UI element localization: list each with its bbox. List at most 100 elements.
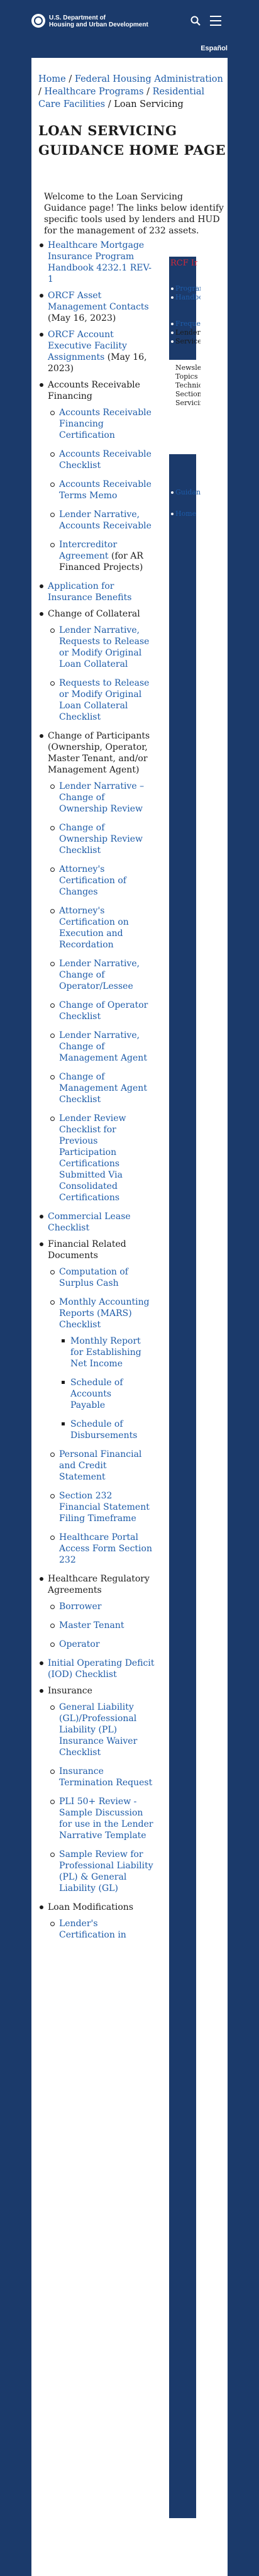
list-item-heading: Financial Related Documents [48,1239,126,1261]
sub-list-link[interactable]: Requests to Release or Modify Original L… [59,677,153,723]
breadcrumb-link[interactable]: Federal Housing Administration [75,74,223,84]
spanish-language-link[interactable]: Español [201,45,228,52]
sidebar-link[interactable]: Guidance [175,488,201,497]
sidebar-link[interactable]: Lender [175,328,201,337]
sidebar-heading: RCF Internal Links [170,259,197,268]
nested-sub-list: Monthly Report for Establishing Net Inco… [59,1335,228,1441]
sidebar-bullet [171,287,174,290]
sidebar-link[interactable]: Servicing [175,399,201,408]
sidebar-link[interactable]: Handbook [175,293,201,302]
sub-list-link[interactable]: Lender Narrative, Requests to Release or… [59,625,153,670]
sub-list-link[interactable]: Lender Narrative, Accounts Receivable [59,509,153,532]
agency-name-line2[interactable]: Housing and Urban Development [49,21,148,28]
sidebar-panel [169,257,196,2518]
sub-list: Accounts Receivable Financing Certificat… [48,407,228,573]
breadcrumb-link[interactable]: Home [38,74,66,84]
sub-list-link[interactable]: Accounts Receivable Terms Memo [59,479,153,501]
list-item: Financial Related Documents Computation o… [31,1239,228,1566]
sidebar-bullet [171,491,174,494]
sub-list-link[interactable]: Change of Management Agent Checklist [59,1071,153,1105]
sidebar-bullet [171,323,174,325]
sub-list-link[interactable]: Accounts Receivable Checklist [59,449,153,471]
sub-list-link[interactable]: Master Tenant [59,1620,153,1631]
sidebar-link[interactable]: Servicer [175,337,201,346]
sub-list-link[interactable]: Attorney's Certification of Changes [59,864,153,898]
sub-list-link[interactable]: Lender Narrative – Change of Ownership R… [59,781,153,815]
sub-list-link[interactable]: Borrower [59,1601,153,1612]
sub-list-item: Operator [48,1639,228,1650]
list-item-link[interactable]: Commercial Lease Checklist [48,1212,131,1233]
sub-list-item: Accounts Receivable Financing Certificat… [48,407,228,441]
sub-list-item: Lender Narrative, Change of Operator/Les… [48,958,228,992]
sidebar-bullet [171,376,174,378]
list-item-link[interactable]: Healthcare Mortgage Insurance Program Ha… [48,240,152,284]
breadcrumb-link[interactable]: Healthcare Programs [45,87,144,97]
list-item-heading: Healthcare Regulatory Agreements [48,1574,150,1595]
nested-list-link[interactable]: Schedule of Disbursements [70,1419,146,1441]
sub-list: Lender Narrative – Change of Ownership R… [48,781,228,1203]
sub-list-link[interactable]: PLI 50+ Review - Sample Discussion for u… [59,1796,153,1841]
sub-list-link[interactable]: Monthly Accounting Reports (MARS) Checkl… [59,1296,153,1330]
breadcrumb-separator: / [38,87,45,97]
agency-name-line1[interactable]: U.S. Department of [49,14,106,21]
sub-list-item: Lender Narrative, Change of Management A… [48,1030,228,1064]
hamburger-menu-icon[interactable] [210,16,221,26]
sub-list-link[interactable]: Computation of Surplus Cash [59,1266,153,1289]
list-item-link[interactable]: ORCF Asset Management Contacts [48,291,149,312]
sub-list-item: Lender's Certification in [48,1918,228,1941]
sub-list-link[interactable]: Healthcare Portal Access Form Section 23… [59,1532,153,1566]
hud-seal-icon[interactable] [31,14,45,28]
sub-list-item: Borrower [48,1601,228,1612]
sub-list: Lender Narrative, Requests to Release or… [48,625,228,723]
sub-list-link[interactable]: Personal Financial and Credit Statement [59,1449,153,1483]
nested-list-link[interactable]: Schedule of Accounts Payable [70,1377,146,1411]
sub-list-item: Section 232 Financial Statement Filing T… [48,1490,228,1524]
sub-list-item: Intercreditor Agreement (for AR Financed… [48,539,228,573]
sidebar-link[interactable]: Section [175,390,201,399]
sidebar-bullet [171,296,174,299]
sidebar-bullet [171,384,174,387]
intro-paragraph: Welcome to the Loan Servicing Guidance p… [44,192,224,236]
nested-list-link[interactable]: Monthly Report for Establishing Net Inco… [70,1335,146,1369]
search-icon[interactable] [190,15,201,26]
sub-list-item: Sample Review for Professional Liability… [48,1849,228,1894]
breadcrumb-current: Loan Servicing [114,99,184,109]
sub-list-link[interactable]: Lender's Certification in [59,1918,153,1941]
list-item: Healthcare Regulatory Agreements Borrower… [31,1573,228,1650]
sub-list-link[interactable]: Lender Review Checklist for Previous Par… [59,1113,153,1203]
list-item-heading: Change of Collateral [48,609,140,619]
sub-list-item: Healthcare Portal Access Form Section 23… [48,1532,228,1566]
sub-list-link[interactable]: Accounts Receivable Financing Certificat… [59,407,153,441]
list-item-link-wrap: Commercial Lease Checklist [48,1211,155,1234]
breadcrumb-separator: / [143,87,153,97]
sidebar-link[interactable]: Topics [175,372,201,381]
list-item-link[interactable]: Application for Insurance Benefits [48,581,131,603]
sidebar-link[interactable]: Home [175,510,201,518]
sub-list-link[interactable]: Sample Review for Professional Liability… [59,1849,153,1894]
list-item-heading: Change of Participants (Ownership, Opera… [48,731,150,775]
sub-list-item: Attorney's Certification on Execution an… [48,905,228,951]
sub-list-link[interactable]: Attorney's Certification on Execution an… [59,905,153,951]
sub-list-link[interactable]: Section 232 Financial Statement Filing T… [59,1490,153,1524]
list-item-link[interactable]: Initial Operating Deficit (IOD) Checklis… [48,1658,155,1680]
list-item-link-wrap: Application for Insurance Benefits [48,581,155,603]
list-item: Commercial Lease Checklist [31,1211,228,1234]
sub-list-link[interactable]: Change of Ownership Review Checklist [59,822,153,856]
sidebar-link[interactable]: Technical [175,381,201,390]
sub-list-link[interactable]: Lender Narrative, Change of Operator/Les… [59,958,153,992]
sub-list: Computation of Surplus Cash Monthly Accou… [48,1266,228,1566]
sidebar-bullet [171,513,174,515]
sub-list-link[interactable]: General Liability (GL)/Professional Liab… [59,1702,153,1758]
sub-list-item: Change of Management Agent Checklist [48,1071,228,1105]
sub-list-item: Lender Narrative, Accounts Receivable [48,509,228,532]
sidebar-bullet [171,402,174,404]
sidebar-link[interactable]: Program [175,284,201,293]
sub-list-link[interactable]: Change of Operator Checklist [59,1000,153,1022]
breadcrumb-separator: / [65,74,75,84]
sub-list-link[interactable]: Lender Narrative, Change of Management A… [59,1030,153,1064]
sub-list-item: PLI 50+ Review - Sample Discussion for u… [48,1796,228,1841]
sidebar-link[interactable]: Newsletter [175,364,201,372]
sidebar-link[interactable]: Frequently Asked Questions [175,320,201,328]
sub-list-link[interactable]: Operator [59,1639,153,1650]
sub-list-link[interactable]: Insurance Termination Request [59,1766,153,1788]
